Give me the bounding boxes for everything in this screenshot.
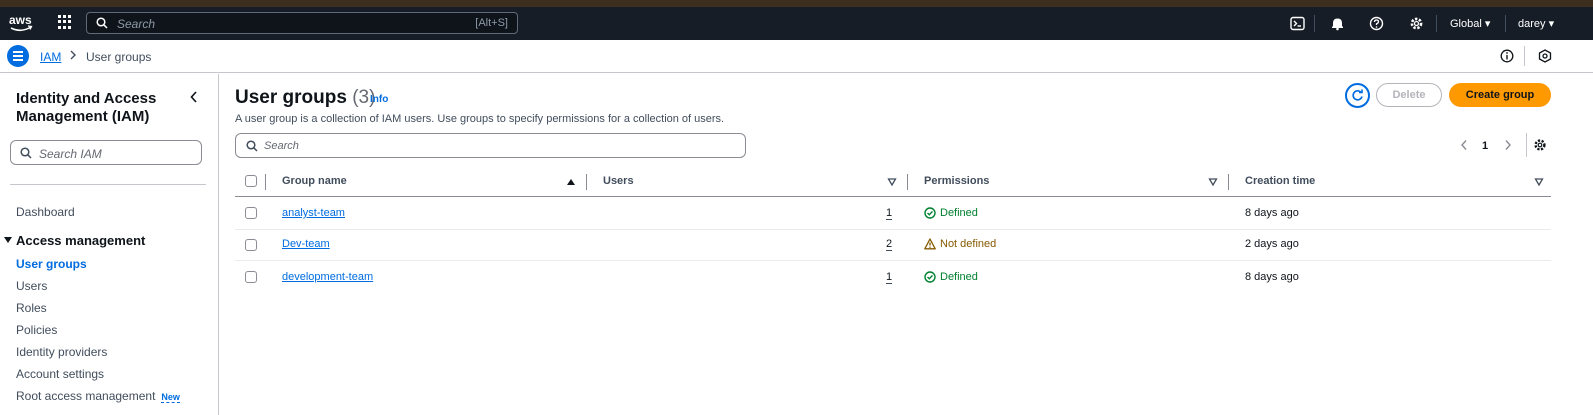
breadcrumb-iam-link[interactable]: IAM xyxy=(40,50,61,64)
global-search-input[interactable]: Search [Alt+S] xyxy=(86,12,518,34)
create-group-button[interactable]: Create group xyxy=(1449,83,1551,107)
info-icon[interactable] xyxy=(1500,49,1514,63)
row-checkbox[interactable] xyxy=(245,207,257,219)
group-name-link[interactable]: Dev-team xyxy=(282,238,330,250)
new-badge: New xyxy=(161,392,180,403)
security-icon[interactable] xyxy=(1538,49,1552,63)
aws-top-nav: aws Search [Alt+S] Global ▾ darey ▾ xyxy=(0,7,1593,40)
browser-top-strip xyxy=(0,0,1593,7)
pager-divider xyxy=(1526,133,1527,157)
info-link[interactable]: Info xyxy=(370,94,388,105)
global-search-placeholder: Search xyxy=(117,17,156,31)
search-shortcut-hint: [Alt+S] xyxy=(475,17,508,29)
check-circle-icon xyxy=(924,271,936,283)
menu-icon[interactable] xyxy=(7,45,29,67)
check-circle-icon xyxy=(924,207,936,219)
column-divider xyxy=(907,174,908,190)
bell-icon[interactable] xyxy=(1330,16,1345,31)
breadcrumb-divider xyxy=(1524,46,1525,66)
sidebar-item-users[interactable]: Users xyxy=(16,279,47,293)
users-count[interactable]: 1 xyxy=(886,207,893,220)
users-count[interactable]: 1 xyxy=(886,271,893,284)
chevron-left-icon[interactable] xyxy=(1459,139,1469,151)
chevron-left-icon[interactable] xyxy=(188,90,200,104)
sidebar-item-root-access-management[interactable]: Root access management New xyxy=(16,389,180,403)
page-description: A user group is a collection of IAM user… xyxy=(235,113,725,125)
caret-down-icon: ▾ xyxy=(1548,18,1555,30)
gear-icon[interactable] xyxy=(1533,138,1547,152)
column-header-permissions[interactable]: Permissions xyxy=(924,175,989,187)
sidebar-search-placeholder: Search IAM xyxy=(39,147,102,161)
sidebar-title: Identity and Access Management (IAM) xyxy=(16,90,157,125)
current-page-number[interactable]: 1 xyxy=(1482,140,1488,152)
select-all-checkbox[interactable] xyxy=(245,175,257,187)
table-search-input[interactable]: Search xyxy=(235,133,746,158)
main-content: User groups (3) Info A user group is a c… xyxy=(220,74,1593,415)
refresh-icon xyxy=(1352,89,1363,101)
sidebar-item-account-settings[interactable]: Account settings xyxy=(16,367,104,381)
users-count[interactable]: 2 xyxy=(886,238,893,251)
help-icon[interactable] xyxy=(1369,16,1384,31)
svg-text:aws: aws xyxy=(9,13,32,27)
search-icon xyxy=(246,140,258,152)
row-checkbox[interactable] xyxy=(245,271,257,283)
gear-icon[interactable] xyxy=(1409,16,1424,31)
search-icon xyxy=(96,17,108,29)
topbar-divider xyxy=(1505,15,1506,32)
caret-down-icon xyxy=(4,237,12,243)
sidebar-item-dashboard[interactable]: Dashboard xyxy=(16,205,75,219)
table-search-placeholder: Search xyxy=(264,140,299,152)
row-divider xyxy=(235,260,1551,261)
aws-logo[interactable]: aws xyxy=(8,11,34,35)
table-header-border xyxy=(235,196,1551,197)
chevron-right-icon[interactable] xyxy=(1503,139,1513,151)
sort-asc-icon[interactable] xyxy=(566,178,576,186)
sort-desc-icon[interactable] xyxy=(887,178,897,186)
account-menu[interactable]: darey ▾ xyxy=(1518,17,1554,30)
row-divider xyxy=(235,229,1551,230)
sort-desc-icon[interactable] xyxy=(1208,178,1218,186)
sidebar-item-identity-providers[interactable]: Identity providers xyxy=(16,345,107,359)
page-title: User groups (3) xyxy=(235,87,376,108)
apps-grid-icon[interactable] xyxy=(58,15,72,29)
cloudshell-icon[interactable] xyxy=(1290,16,1305,31)
sidebar-search-input[interactable]: Search IAM xyxy=(10,140,202,165)
topbar-divider xyxy=(1436,15,1437,32)
breadcrumb-bar: IAM User groups xyxy=(0,40,1593,73)
sidebar-item-roles[interactable]: Roles xyxy=(16,301,47,315)
group-name-link[interactable]: development-team xyxy=(282,271,373,283)
column-divider xyxy=(586,174,587,190)
topbar-divider xyxy=(1314,15,1315,32)
sort-desc-icon[interactable] xyxy=(1534,178,1544,186)
chevron-right-icon xyxy=(70,50,76,60)
sidebar-divider xyxy=(10,184,206,185)
column-divider xyxy=(1228,174,1229,190)
column-divider xyxy=(265,174,266,190)
column-header-group-name[interactable]: Group name xyxy=(282,175,347,187)
search-icon xyxy=(20,147,32,159)
creation-time: 2 days ago xyxy=(1245,238,1299,250)
creation-time: 8 days ago xyxy=(1245,207,1299,219)
group-name-link[interactable]: analyst-team xyxy=(282,207,345,219)
region-selector[interactable]: Global ▾ xyxy=(1450,17,1490,30)
caret-down-icon: ▾ xyxy=(1484,18,1491,30)
breadcrumb-current: User groups xyxy=(86,50,152,64)
creation-time: 8 days ago xyxy=(1245,271,1299,283)
column-header-users[interactable]: Users xyxy=(603,175,634,187)
column-header-creation-time[interactable]: Creation time xyxy=(1245,175,1315,187)
refresh-button[interactable] xyxy=(1345,83,1370,108)
sidebar: Identity and Access Management (IAM) Sea… xyxy=(0,74,219,415)
sidebar-section-access-management[interactable]: Access management xyxy=(4,233,145,248)
delete-button[interactable]: Delete xyxy=(1376,83,1442,107)
row-checkbox[interactable] xyxy=(245,239,257,251)
sidebar-item-policies[interactable]: Policies xyxy=(16,323,57,337)
warning-icon xyxy=(924,238,936,250)
sidebar-item-user-groups[interactable]: User groups xyxy=(16,257,87,271)
